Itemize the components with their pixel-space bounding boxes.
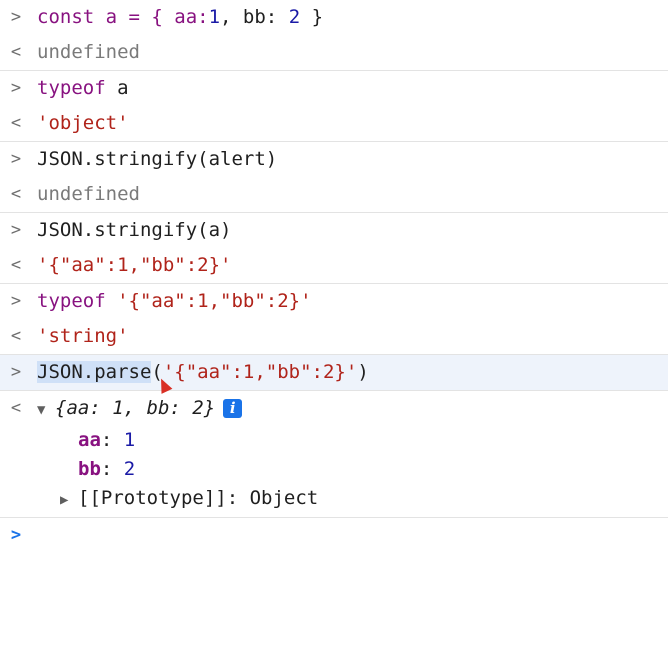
property: bb: 2 [78,458,136,480]
input-chevron-icon: > [10,78,22,98]
input-code[interactable]: JSON.stringify(alert) [37,142,277,177]
console-input-row[interactable]: > typeof a [0,70,668,106]
output-arrow-icon: < [10,113,22,133]
code-text: ) [357,361,369,383]
input-chevron-icon: > [10,362,22,382]
console-output-row: < undefined [0,35,668,70]
output-arrow-icon: < [10,42,22,62]
object-preview-text: {aa: [55,397,113,419]
output-value: '{"aa":1,"bb":2}' [37,254,232,276]
console-output-row: < 'string' [0,319,668,354]
code-text: a [105,77,129,99]
code-text: } [300,6,324,28]
number-token: 1 [112,397,124,419]
number-token: 1 [208,6,221,28]
output-value: undefined [37,183,140,205]
console-output-row: < 'object' [0,106,668,141]
input-code[interactable]: JSON.parse('{"aa":1,"bb":2}') [37,355,369,390]
object-property-row: aa: 1 [0,426,668,455]
object-preview[interactable]: ▼ {aa: 1, bb: 2} i [37,391,243,428]
prototype-label: [[Prototype]] [78,487,227,509]
object-property-row: bb: 2 [0,455,668,484]
number-token: 2 [288,6,301,28]
devtools-console: > const a = { aa:1, bb: 2 } < undefined … [0,0,668,553]
selected-text[interactable]: JSON.parse [37,361,152,383]
property-value: 2 [123,458,136,480]
console-input-row[interactable]: > JSON.stringify(a) [0,212,668,248]
input-chevron-icon: > [10,220,22,240]
output-arrow-icon: < [10,184,22,204]
string-token: '{"aa":1,"bb":2}' [117,290,312,312]
object-preview-text: } [203,397,216,419]
property-key: aa [78,429,101,451]
input-chevron-icon: > [10,7,22,27]
collapsed-triangle-icon[interactable]: ▶ [60,486,78,515]
prototype-value: Object [249,487,319,509]
output-arrow-icon: < [10,255,22,275]
property: aa: 1 [78,429,136,451]
keyword-token: typeof [37,290,106,312]
console-input-row-selected[interactable]: > JSON.parse('{"aa":1,"bb":2}') [0,354,668,390]
output-arrow-icon: < [10,398,22,418]
code-text: , bb: [220,6,289,28]
console-output-row: < '{"aa":1,"bb":2}' [0,248,668,283]
input-chevron-icon: > [10,291,22,311]
console-prompt[interactable]: > [0,517,668,553]
object-preview-text: , bb: [123,397,193,419]
console-output-row: < undefined [0,177,668,212]
prompt-chevron-icon: > [10,525,22,545]
input-code[interactable]: typeof a [37,71,129,106]
string-token: '{"aa":1,"bb":2}' [162,361,358,383]
input-code[interactable]: const a = { aa:1, bb: 2 } [37,0,323,35]
input-code[interactable]: JSON.stringify(a) [37,213,231,248]
keyword-token: typeof [37,77,106,99]
console-output-row: < ▼ {aa: 1, bb: 2} i [0,390,668,426]
output-value: 'string' [37,325,129,347]
info-icon[interactable]: i [223,399,243,418]
input-chevron-icon: > [10,149,22,169]
output-arrow-icon: < [10,326,22,346]
property-value: 1 [123,429,136,451]
code-text: const a = { aa: [37,6,209,28]
prototype-row[interactable]: ▶ [[Prototype]]: Object [0,484,668,513]
output-value: undefined [37,41,140,63]
console-input-row[interactable]: > typeof '{"aa":1,"bb":2}' [0,283,668,319]
output-value: 'object' [37,112,129,134]
prototype[interactable]: ▶ [[Prototype]]: Object [60,484,318,515]
number-token: 2 [192,397,204,419]
expand-triangle-icon[interactable]: ▼ [37,393,55,428]
console-input-row[interactable]: > const a = { aa:1, bb: 2 } [0,0,668,35]
input-code[interactable]: typeof '{"aa":1,"bb":2}' [37,284,312,319]
console-input-row[interactable]: > JSON.stringify(alert) [0,141,668,177]
property-key: bb [78,458,101,480]
